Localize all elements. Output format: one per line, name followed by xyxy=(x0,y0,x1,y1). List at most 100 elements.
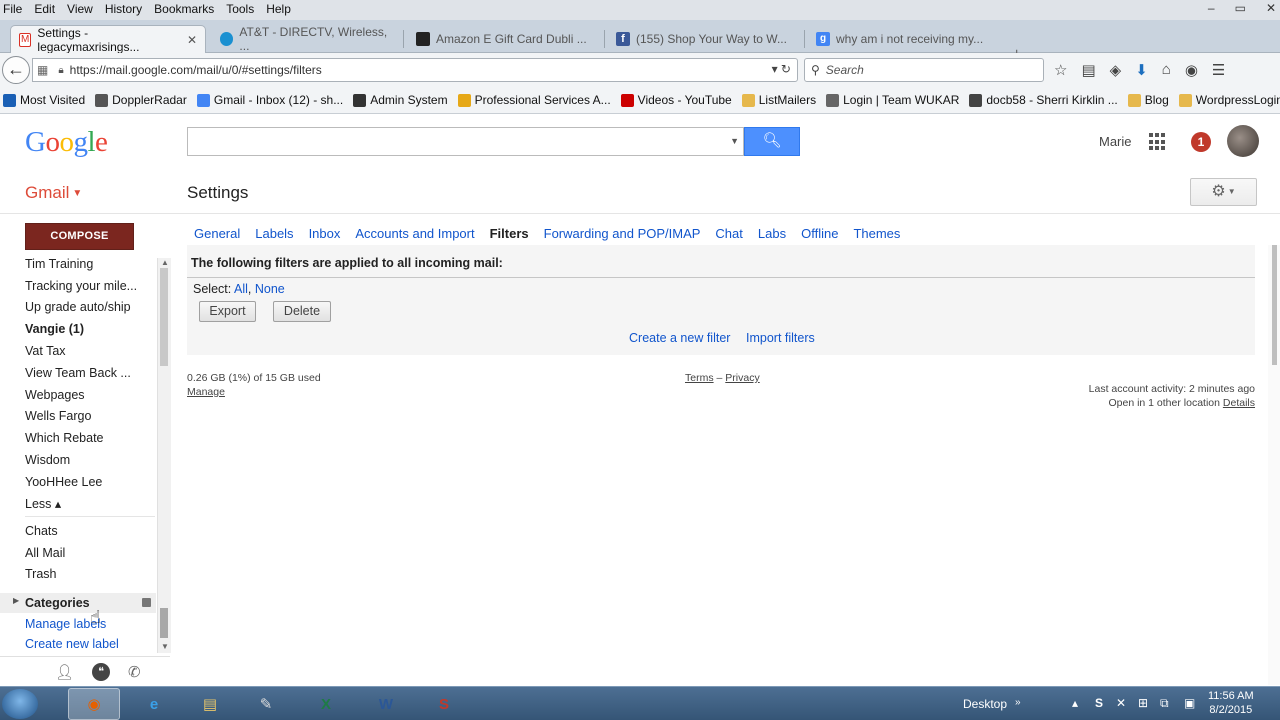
bookmark-item[interactable]: docb58 - Sherri Kirklin ... xyxy=(969,93,1118,107)
reading-list-icon[interactable]: ▤ xyxy=(1081,61,1095,79)
desktop-toolbar[interactable]: Desktop » xyxy=(963,697,1021,711)
sidebar-item[interactable]: Webpages xyxy=(25,388,85,402)
lock-icon[interactable]: 🔒︎ xyxy=(58,65,63,76)
close-window-button[interactable]: ✕ xyxy=(1266,1,1276,15)
terms-link[interactable]: Terms xyxy=(685,372,714,384)
close-tab-icon[interactable]: ✕ xyxy=(187,33,197,47)
bookmark-item[interactable]: Most Visited xyxy=(3,93,85,107)
taskbar-app-utility-icon[interactable]: ✎ xyxy=(240,688,292,720)
search-button[interactable]: 🔍︎ xyxy=(744,127,800,156)
bookmark-item[interactable]: Admin System xyxy=(353,93,448,107)
details-link[interactable]: Details xyxy=(1223,397,1255,409)
gmail-app-switcher[interactable]: Gmail ▼ xyxy=(25,183,82,203)
sidebar-item[interactable]: View Team Back ... xyxy=(25,366,131,380)
bookmark-item[interactable]: Blog xyxy=(1127,93,1169,107)
settings-gear-button[interactable]: ⚙ ▼ xyxy=(1190,178,1257,206)
sidebar-item[interactable]: Create new label xyxy=(25,637,119,651)
apps-grid-icon[interactable] xyxy=(1149,133,1167,151)
system-clock[interactable]: 11:56 AM 8/2/2015 xyxy=(1208,689,1254,717)
network-tray-icon[interactable]: ▣ xyxy=(1184,696,1195,710)
create-filter-link[interactable]: Create a new filter xyxy=(629,331,730,345)
search-bar[interactable]: ⚲ Search xyxy=(804,58,1044,82)
sidebar-item[interactable]: Vangie (1) xyxy=(25,322,84,336)
sidebar-scroll-thumb-lower[interactable] xyxy=(160,608,168,638)
delete-button[interactable]: Delete xyxy=(273,301,331,322)
sidebar-item[interactable]: Tim Training xyxy=(25,257,93,271)
settings-tab[interactable]: Themes xyxy=(853,226,900,241)
menu-view[interactable]: View xyxy=(67,2,93,16)
settings-tab[interactable]: Filters xyxy=(490,226,529,241)
user-name[interactable]: Marie xyxy=(1099,134,1132,149)
bookmark-item[interactable]: Gmail - Inbox (12) - sh... xyxy=(196,93,343,107)
sidebar-scrollbar[interactable]: ▲ ▼ xyxy=(157,258,171,653)
label-color-swatch[interactable] xyxy=(142,598,151,607)
settings-tab[interactable]: Inbox xyxy=(309,226,341,241)
settings-tab[interactable]: General xyxy=(194,226,240,241)
bookmark-item[interactable]: Videos - YouTube xyxy=(620,93,732,107)
select-none-link[interactable]: None xyxy=(255,282,285,296)
page-identity-icon[interactable]: ▦ xyxy=(37,63,48,77)
sidebar-item[interactable]: Which Rebate xyxy=(25,431,104,445)
sidebar-item[interactable]: Up grade auto/ship xyxy=(25,300,131,314)
taskbar-firefox-icon[interactable]: ◉ xyxy=(68,688,120,720)
compose-button[interactable]: COMPOSE xyxy=(25,223,134,250)
settings-tab[interactable]: Chat xyxy=(715,226,742,241)
settings-tab[interactable]: Offline xyxy=(801,226,838,241)
sidebar-item[interactable]: Categories xyxy=(25,596,90,610)
menu-history[interactable]: History xyxy=(105,2,142,16)
sidebar-item[interactable]: YooHHee Lee xyxy=(25,475,102,489)
settings-tab[interactable]: Labs xyxy=(758,226,786,241)
back-arrow-icon[interactable]: ← xyxy=(2,56,30,84)
menu-edit[interactable]: Edit xyxy=(34,2,55,16)
select-all-link[interactable]: All xyxy=(234,282,248,296)
tab-amazon[interactable]: Amazon E Gift Card Dubli ... xyxy=(408,25,604,53)
taskbar-screencast-icon[interactable]: S xyxy=(418,688,470,720)
sidebar-scroll-thumb[interactable] xyxy=(160,268,168,366)
sidebar-item[interactable]: Wells Fargo xyxy=(25,409,91,423)
reload-icon[interactable]: ▾ ↻ xyxy=(772,62,791,76)
menu-tools[interactable]: Tools xyxy=(226,2,254,16)
scroll-up-icon[interactable]: ▲ xyxy=(161,258,169,267)
maximize-button[interactable]: ▭ xyxy=(1235,1,1246,15)
contacts-icon[interactable]: 👤︎ xyxy=(55,663,74,686)
taskbar-excel-icon[interactable]: X xyxy=(300,688,352,720)
hangouts-icon[interactable]: ❝ xyxy=(92,663,111,681)
scroll-down-icon[interactable]: ▼ xyxy=(161,642,169,651)
google-logo[interactable]: Google xyxy=(25,126,108,159)
skype-tray-icon[interactable]: S xyxy=(1095,696,1103,710)
taskbar-internet-explorer-icon[interactable]: e xyxy=(128,688,180,720)
menu-bookmarks[interactable]: Bookmarks xyxy=(154,2,214,16)
tab-att[interactable]: AT&T - DIRECTV, Wireless, ... xyxy=(212,25,402,53)
tab-google-search[interactable]: g why am i not receiving my... xyxy=(808,25,1004,53)
sidebar-item[interactable]: Chats xyxy=(25,524,58,538)
menu-file[interactable]: File xyxy=(3,2,22,16)
sidebar-item[interactable]: Tracking your mile... xyxy=(25,279,137,293)
windows-tray-icon[interactable]: ⊞ xyxy=(1138,696,1148,710)
taskbar-word-icon[interactable]: W xyxy=(360,688,412,720)
export-button[interactable]: Export xyxy=(199,301,256,322)
expand-arrow-icon[interactable]: ▶ xyxy=(13,596,19,605)
sidebar-item[interactable]: Less ▴ xyxy=(25,496,61,511)
search-options-dropdown-icon[interactable]: ▼ xyxy=(730,136,739,146)
chat-icon[interactable]: ◉ xyxy=(1185,61,1198,79)
bookmark-item[interactable]: WordpressLogin xyxy=(1178,93,1280,107)
url-bar[interactable]: ▦ 🔒︎ https://mail.google.com/mail/u/0/#s… xyxy=(32,58,798,82)
import-filters-link[interactable]: Import filters xyxy=(746,331,815,345)
home-icon[interactable]: ⌂ xyxy=(1162,61,1171,79)
privacy-link[interactable]: Privacy xyxy=(725,372,759,384)
mail-search-input[interactable]: ▼ xyxy=(187,127,744,156)
settings-tab[interactable]: Forwarding and POP/IMAP xyxy=(544,226,701,241)
sidebar-item[interactable]: Wisdom xyxy=(25,453,70,467)
url-text[interactable]: https://mail.google.com/mail/u/0/#settin… xyxy=(70,63,322,77)
bookmark-item[interactable]: Professional Services A... xyxy=(457,93,611,107)
menu-help[interactable]: Help xyxy=(266,2,291,16)
bookmark-star-icon[interactable]: ☆ xyxy=(1054,61,1067,79)
sidebar-item[interactable]: Vat Tax xyxy=(25,344,66,358)
minimize-button[interactable]: – xyxy=(1208,1,1215,15)
sidebar-item[interactable]: All Mail xyxy=(25,546,65,560)
start-button[interactable] xyxy=(2,689,38,719)
bookmark-item[interactable]: DopplerRadar xyxy=(95,93,187,107)
sync-tray-icon[interactable]: ⧉ xyxy=(1160,696,1169,711)
tab-facebook[interactable]: f (155) Shop Your Way to W... xyxy=(608,25,804,53)
bookmark-item[interactable]: ListMailers xyxy=(741,93,816,107)
